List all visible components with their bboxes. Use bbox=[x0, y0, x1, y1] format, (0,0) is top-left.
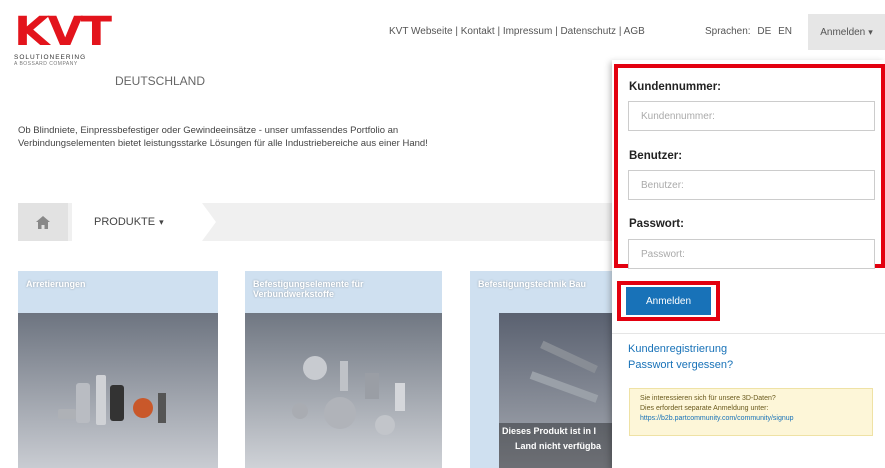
link-impressum[interactable]: Impressum bbox=[503, 26, 552, 37]
link-agb[interactable]: AGB bbox=[624, 26, 645, 37]
products-label: PRODUKTE bbox=[94, 216, 156, 228]
product-image bbox=[245, 313, 442, 468]
breadcrumb-arrow bbox=[202, 203, 216, 241]
user-label: Benutzer: bbox=[629, 150, 683, 162]
login-toggle-label: Anmelden bbox=[820, 26, 866, 38]
country-label: DEUTSCHLAND bbox=[115, 74, 206, 88]
intro-line: Ob Blindniete, Einpressbefestiger oder G… bbox=[18, 125, 399, 136]
link-separator: | bbox=[618, 26, 622, 37]
3d-data-info-box: Sie interessieren sich für unsere 3D-Dat… bbox=[629, 388, 873, 436]
product-card-arretierungen[interactable]: Arretierungen bbox=[18, 271, 218, 468]
product-unavailable-note: Dieses Produkt ist in I bbox=[502, 426, 596, 436]
home-icon bbox=[36, 215, 50, 229]
language-switcher: Sprachen: DE EN bbox=[705, 26, 792, 37]
logo-tagline: SOLUTIONEERING bbox=[14, 54, 87, 61]
product-card-befestigungstechnik-bau[interactable]: Befestigungstechnik Bau bbox=[470, 271, 612, 468]
note-line: Land nicht verfügba bbox=[515, 441, 602, 451]
info-line: Sie interessieren sich für unsere 3D-Dat… bbox=[640, 395, 776, 402]
info-line: Dies erfordert separate Anmeldung unter: bbox=[640, 405, 769, 412]
breadcrumb-products[interactable]: PRODUKTE ▾ bbox=[72, 203, 202, 241]
language-en[interactable]: EN bbox=[778, 26, 792, 37]
product-image bbox=[18, 313, 218, 468]
intro-line: Verbindungselementen bietet leistungssta… bbox=[18, 138, 428, 149]
card-title: Befestigungstechnik Bau bbox=[478, 279, 587, 289]
chevron-down-icon: ▾ bbox=[868, 26, 873, 37]
card-title: Befestigungselemente für Verbundwerkstof… bbox=[253, 279, 364, 299]
link-separator: | bbox=[555, 26, 558, 37]
logo-mark: KVT bbox=[14, 9, 112, 55]
link-datenschutz[interactable]: Datenschutz bbox=[560, 26, 616, 37]
password-input[interactable] bbox=[628, 239, 875, 269]
breadcrumb-home[interactable] bbox=[18, 203, 68, 241]
link-separator: | bbox=[455, 26, 458, 37]
signup-link[interactable]: https://b2b.partcommunity.com/community/… bbox=[640, 414, 872, 424]
product-unavailable-note: Land nicht verfügba bbox=[515, 441, 601, 451]
product-card-verbundwerkstoffe[interactable]: Befestigungselemente für Verbundwerkstof… bbox=[245, 271, 442, 468]
customer-number-input[interactable] bbox=[628, 101, 875, 131]
link-kvt-webseite[interactable]: KVT Webseite bbox=[389, 26, 453, 37]
note-line: Dieses Produkt ist in I bbox=[502, 426, 597, 436]
language-de[interactable]: DE bbox=[757, 26, 771, 37]
panel-divider bbox=[612, 333, 885, 334]
login-submit-button[interactable]: Anmelden bbox=[626, 287, 711, 315]
kvt-logo[interactable]: KVT SOLUTIONEERING A BOSSARD COMPANY bbox=[14, 12, 112, 67]
password-label: Passwort: bbox=[629, 218, 684, 230]
languages-label: Sprachen: bbox=[705, 26, 751, 37]
forgot-password-link[interactable]: Passwort vergessen? bbox=[628, 359, 733, 371]
user-input[interactable] bbox=[628, 170, 875, 200]
top-bar: KVT SOLUTIONEERING A BOSSARD COMPANY KVT… bbox=[0, 0, 885, 67]
chevron-down-icon: ▾ bbox=[159, 216, 164, 227]
link-kontakt[interactable]: Kontakt bbox=[461, 26, 495, 37]
login-dropdown-toggle[interactable]: Anmelden ▾ bbox=[808, 14, 885, 50]
breadcrumb: PRODUKTE ▾ bbox=[18, 203, 618, 241]
intro-text: Ob Blindniete, Einpressbefestiger oder G… bbox=[18, 124, 538, 150]
link-separator: | bbox=[497, 26, 501, 37]
top-links: KVT Webseite | Kontakt | Impressum | Dat… bbox=[389, 26, 645, 37]
logo-subtitle: A BOSSARD COMPANY bbox=[14, 61, 78, 67]
card-title: Arretierungen bbox=[26, 279, 86, 289]
customer-number-label: Kundennummer: bbox=[629, 81, 721, 93]
form-highlight-box bbox=[614, 64, 885, 268]
register-link[interactable]: Kundenregistrierung bbox=[628, 343, 727, 355]
